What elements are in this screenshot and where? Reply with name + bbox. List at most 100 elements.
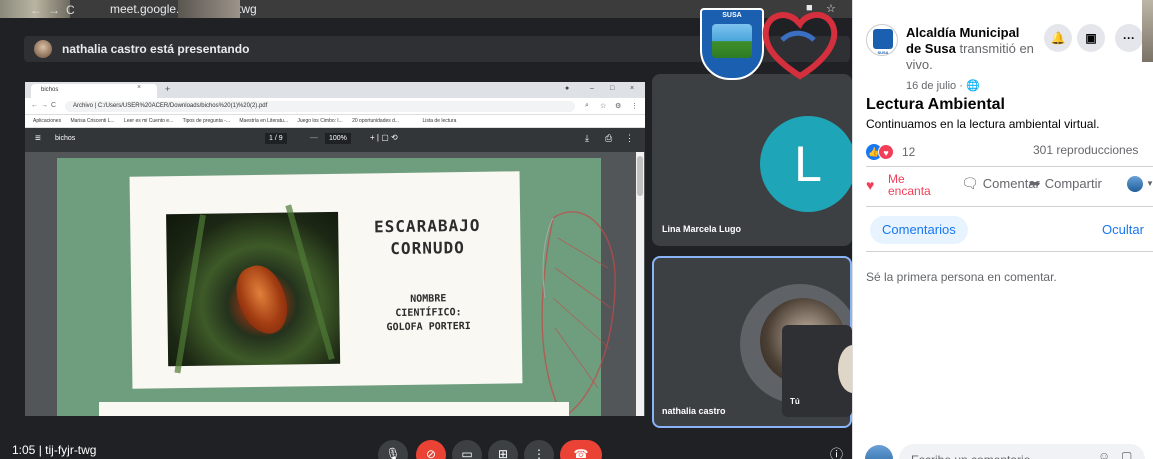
bookmark: 20 oportunidades d...: [352, 118, 400, 124]
slide-subtitle: NOMBRE CIENTÍFICO: GOLOFA PORTERI: [386, 293, 471, 334]
participant-name: Lina Marcela Lugo: [662, 224, 742, 234]
participant-name: nathalia castro: [662, 406, 726, 416]
captions-button[interactable]: ▭: [452, 440, 482, 459]
slide-title: ESCARABAJO CORNUDO: [373, 215, 481, 259]
pdf-page-indicator: 1 / 9: [265, 133, 287, 144]
shared-address-bar: ←→C Archivo | C:/Users/USER%20ACER/Downl…: [25, 98, 645, 115]
plus-icon: +: [165, 84, 171, 94]
bookmark: Tipos de pregunta -...: [182, 118, 230, 124]
love-label: Me encanta: [888, 172, 931, 198]
presenter-avatar: [34, 40, 52, 58]
hang-up-button[interactable]: ☎: [560, 440, 602, 459]
post-date[interactable]: 16 de julio · 🌐: [906, 79, 980, 92]
no-comments-message: Sé la primera persona en comentar.: [866, 270, 1057, 284]
facebook-panel: SUSA Alcaldía Municipal de Susa transmit…: [852, 0, 1153, 459]
meet-toolbar: 1:05 | tij-fyjr-twg 🎙 ⊘ ▭ ⊞ ⋮ ☎ ⓘ: [0, 432, 852, 459]
pdf-toolbar: ≡ bichos 1 / 9 — 100% + | ▢ ⟲ ⤓ ⎙ ⋮: [25, 128, 645, 152]
video-title: Lectura Ambiental: [866, 96, 1005, 113]
self-label: Tú: [790, 397, 800, 406]
pdf-scrollbar[interactable]: [636, 152, 644, 416]
background-thumbnail: [178, 0, 240, 18]
meeting-time-code: 1:05 | tij-fyjr-twg: [12, 443, 97, 457]
sticker-icon[interactable]: ▢: [1121, 449, 1132, 459]
video-player[interactable]: ←→C meet.google.com/tij-fyjr-twg ■ ☆ nat…: [0, 0, 852, 459]
bookmark-icon: ▣: [1085, 31, 1097, 45]
kebab-icon: ⋮: [631, 103, 638, 110]
divider: [866, 251, 1153, 252]
bookmark: Aplicaciones: [33, 118, 62, 124]
fit-page-icon: + | ▢ ⟲: [370, 133, 398, 142]
more-button[interactable]: ···: [1115, 24, 1143, 52]
page-avatar-text: SUSA: [877, 50, 889, 55]
meeting-time: 1:05: [12, 443, 36, 457]
pdf-filename: bichos: [55, 135, 76, 142]
share-label: Compartir: [1044, 176, 1102, 191]
shared-tab-label: bichos: [41, 87, 59, 93]
extension-icon: ⚙: [615, 103, 622, 110]
background-thumbnail: [1142, 0, 1153, 62]
user-avatar: [865, 445, 893, 459]
globe-icon: 🌐: [965, 80, 980, 92]
pdf-zoom: 100%: [325, 133, 351, 144]
info-icon[interactable]: ⓘ: [830, 444, 843, 459]
close-icon: ×: [630, 85, 635, 92]
bookmark: Maestría en Literatu...: [239, 118, 289, 124]
bookmark: Lista de lectura: [422, 118, 457, 124]
next-slide-page: [99, 402, 569, 416]
present-button[interactable]: ⊞: [488, 440, 518, 459]
download-icon: ⤓: [585, 133, 589, 143]
menu-icon: ≡: [35, 133, 41, 144]
camera-off-button[interactable]: ⊘: [416, 440, 446, 459]
share-button[interactable]: ➦ Compartir: [1029, 175, 1102, 192]
share-icon: ➦: [1029, 175, 1041, 191]
meeting-code: tij-fyjr-twg: [45, 443, 97, 457]
view-count[interactable]: 301 reproducciones: [1033, 143, 1138, 157]
page-avatar[interactable]: SUSA: [866, 24, 898, 56]
post-header: Alcaldía Municipal de Susa transmitió en…: [906, 25, 1036, 73]
shared-url: Archivo | C:/Users/USER%20ACER/Downloads…: [65, 101, 575, 112]
bell-icon: 🔔: [1050, 31, 1066, 45]
participant-tile[interactable]: L Lina Marcela Lugo: [652, 74, 852, 246]
more-options-button[interactable]: ⋮: [524, 440, 554, 459]
participant-avatar: L: [760, 116, 852, 212]
camera-off-icon: ⊘: [425, 447, 437, 459]
shared-screen: bichos × + ● – □ × ←→C Archivo | C:/User…: [25, 82, 645, 416]
comment-icon: 🗨: [961, 175, 979, 191]
bookmarks-bar: Aplicaciones Marisa Criscenti L... Leer …: [25, 115, 645, 128]
bookmark: Marisa Criscenti L...: [70, 118, 115, 124]
reaction-count: 12: [902, 144, 916, 159]
ellipsis-icon: ···: [1123, 31, 1135, 45]
chevron-down-icon[interactable]: ▼: [1146, 179, 1153, 188]
kebab-icon: ⋮: [533, 447, 545, 459]
reactions-summary[interactable]: 👍 ♥ 12: [866, 143, 916, 160]
emoji-icon[interactable]: ☺: [1098, 449, 1110, 459]
browser-nav-arrows: ←→C: [30, 3, 81, 17]
post-date-text: 16 de julio ·: [906, 80, 963, 92]
reaction-avatar[interactable]: [1127, 176, 1143, 192]
maximize-icon: □: [610, 85, 615, 92]
save-button[interactable]: ▣: [1077, 24, 1105, 52]
self-view-tile[interactable]: Tú: [782, 325, 852, 417]
present-icon: ⊞: [497, 447, 509, 459]
divider: [866, 166, 1153, 167]
bookmark: Leer es mi Cuento e...: [124, 118, 174, 124]
phone-icon: ☎: [573, 447, 589, 459]
bookmark: Juego los Cimbo: l...: [297, 118, 343, 124]
comment-composer: Escribe un comentario... ☺ ▢: [853, 440, 1153, 459]
video-description: Continuamos en la lectura ambiental virt…: [866, 117, 1100, 131]
zoom-out-icon: —: [310, 133, 318, 142]
notifications-button[interactable]: 🔔: [1044, 24, 1072, 52]
comments-tab[interactable]: Comentarios: [870, 216, 968, 244]
microphone-icon: 🎙: [385, 447, 401, 459]
microphone-button[interactable]: 🎙: [378, 440, 408, 459]
print-icon: ⎙: [605, 133, 613, 143]
minimize-icon: –: [590, 85, 594, 92]
heart-icon: [762, 12, 838, 80]
slide-page: ESCARABAJO CORNUDO NOMBRE CIENTÍFICO: GO…: [57, 158, 616, 416]
shared-browser-tabs: bichos × + ● – □ ×: [25, 82, 645, 98]
heart-icon: ♥: [866, 177, 875, 193]
kebab-icon: ⋮: [625, 133, 634, 143]
hide-comments-link[interactable]: Ocultar: [1102, 222, 1144, 237]
slide-card: ESCARABAJO CORNUDO NOMBRE CIENTÍFICO: GO…: [129, 171, 523, 389]
star-icon: ☆: [600, 103, 607, 110]
